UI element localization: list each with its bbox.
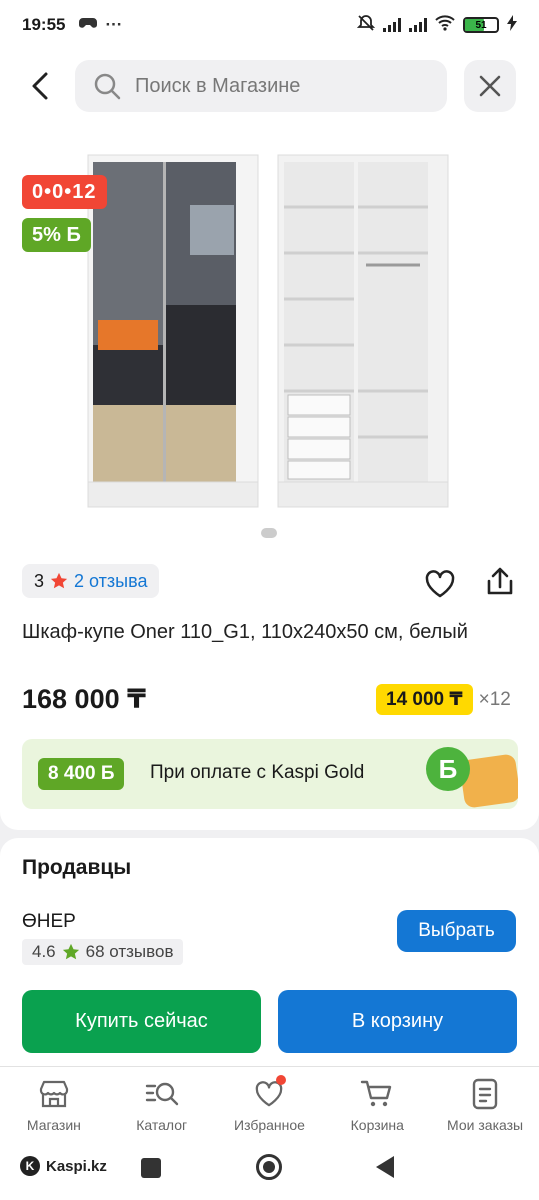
nav-catalog[interactable]: Каталог xyxy=(108,1067,216,1144)
seller-rating-value: 4.6 xyxy=(32,942,56,961)
status-bar: 19:55 ··· 51 xyxy=(0,0,539,50)
gold-bonus-badge: 8 400 Б xyxy=(38,758,125,790)
cart-icon xyxy=(360,1077,394,1111)
star-icon xyxy=(62,943,79,960)
gallery-pagination xyxy=(261,528,277,538)
reviews-link[interactable]: 2 отзыва xyxy=(74,571,147,592)
nav-favorites[interactable]: Избранное xyxy=(216,1067,324,1144)
heart-icon xyxy=(425,570,455,598)
chevron-left-icon xyxy=(32,72,48,100)
wifi-icon xyxy=(435,14,455,36)
bonus-coin-icon: Б xyxy=(426,747,470,791)
nav-orders-label: Мои заказы xyxy=(447,1117,524,1133)
seller-name[interactable]: ӨНЕР xyxy=(22,911,76,933)
nav-catalog-label: Каталог xyxy=(136,1117,188,1133)
catalog-search-icon xyxy=(145,1077,179,1111)
nav-store[interactable]: Магазин xyxy=(0,1067,108,1144)
store-icon xyxy=(37,1077,71,1111)
kaspi-gold-banner[interactable]: 8 400 Б При оплате с Kaspi Gold Б xyxy=(22,739,518,809)
kaspi-brand: K Kaspi.kz xyxy=(20,1156,107,1176)
close-button[interactable] xyxy=(464,60,516,112)
recent-apps-button[interactable] xyxy=(141,1158,161,1178)
gold-banner-text: При оплате с Kaspi Gold xyxy=(150,762,365,783)
search-icon xyxy=(94,73,121,100)
charging-icon xyxy=(507,14,517,36)
search-row: Поиск в Магазине xyxy=(0,58,539,114)
share-button[interactable] xyxy=(482,564,518,600)
mute-icon xyxy=(356,14,376,37)
product-title: Шкаф-купе Oner 110_G1, 110х240х50 см, бе… xyxy=(22,621,468,643)
orders-icon xyxy=(468,1077,502,1111)
system-navigation: K Kaspi.kz xyxy=(0,1144,539,1200)
rating-chip[interactable]: 3 2 отзыва xyxy=(22,564,160,598)
kaspi-brand-label: Kaspi.kz xyxy=(46,1157,107,1175)
status-time: 19:55 xyxy=(22,15,66,34)
installment-months: ×12 xyxy=(478,688,511,710)
back-button[interactable] xyxy=(22,68,58,104)
nav-cart[interactable]: Корзина xyxy=(323,1067,431,1144)
search-placeholder: Поиск в Магазине xyxy=(135,74,301,97)
sellers-heading: Продавцы xyxy=(22,856,132,879)
installment-info: 14 000 ₸ ×12 xyxy=(376,684,511,715)
battery-icon: 51 xyxy=(463,17,499,33)
signal-icon xyxy=(383,18,401,32)
close-icon xyxy=(479,75,501,97)
seller-rating: 4.6 68 отзывов xyxy=(22,939,184,965)
bonus-percent-badge: 5% Б xyxy=(22,218,91,252)
more-notifications-icon: ··· xyxy=(105,15,123,34)
nav-favorites-label: Избранное xyxy=(234,1117,305,1133)
nav-orders[interactable]: Мои заказы xyxy=(431,1067,539,1144)
home-button[interactable] xyxy=(256,1154,282,1180)
seller-reviews: 68 отзывов xyxy=(85,942,174,961)
select-seller-button[interactable]: Выбрать xyxy=(397,910,516,952)
rating-value: 3 xyxy=(34,570,45,591)
signal-icon-2 xyxy=(409,18,427,32)
kaspi-logo-icon: K xyxy=(20,1156,40,1176)
nav-store-label: Магазин xyxy=(26,1117,81,1133)
notification-dot xyxy=(275,1075,286,1085)
share-icon xyxy=(487,567,513,595)
favorite-button[interactable] xyxy=(422,566,458,602)
sellers-section: Продавцы ӨНЕР 4.6 68 отзывов Выбрать Куп… xyxy=(0,838,539,1068)
installment-timer-badge: 0•0•12 xyxy=(22,175,107,209)
search-input[interactable]: Поиск в Магазине xyxy=(75,60,447,112)
game-controller-icon xyxy=(79,15,98,35)
product-price: 168 000 ₸ xyxy=(22,684,146,714)
bottom-nav: Магазин Каталог Избранное Корзина Мои за… xyxy=(0,1066,539,1144)
star-icon xyxy=(50,572,68,589)
add-to-cart-button[interactable]: В корзину xyxy=(278,990,517,1053)
nav-cart-label: Корзина xyxy=(350,1117,404,1133)
installment-amount: 14 000 ₸ xyxy=(376,684,473,715)
system-back-button[interactable] xyxy=(376,1156,394,1178)
buy-now-button[interactable]: Купить сейчас xyxy=(22,990,261,1053)
